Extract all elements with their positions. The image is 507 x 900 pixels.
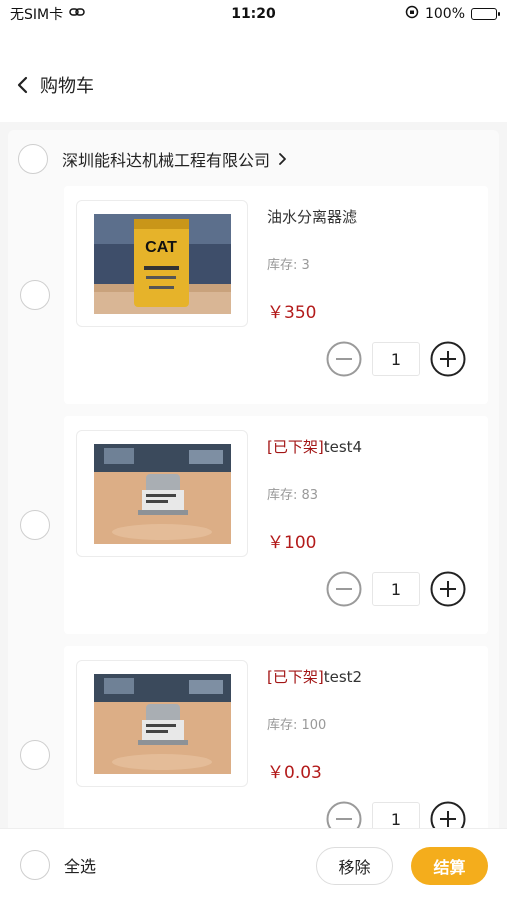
product-name: test2 [323, 668, 363, 686]
minus-icon[interactable] [326, 571, 362, 607]
cart-content[interactable]: 深圳能科达机械工程有限公司 CAT 油水分离器滤 库存: 3 ￥350 1 [已… [0, 122, 507, 828]
page-title: 购物车 [40, 76, 94, 97]
product-status-tag: [已下架] [267, 668, 324, 686]
shop-name[interactable]: 深圳能科达机械工程有限公司 [62, 147, 270, 171]
product-stock: 库存: 3 [267, 258, 310, 273]
item-select-radio[interactable] [20, 740, 50, 770]
product-price: ￥100 [267, 533, 317, 553]
checkout-button[interactable]: 结算 [411, 847, 488, 885]
orientation-lock-icon [405, 5, 419, 23]
product-title[interactable]: 油水分离器滤 [267, 206, 357, 227]
quantity-stepper: 1 [326, 341, 466, 377]
product-stock: 库存: 100 [267, 718, 327, 733]
product-stock: 库存: 83 [267, 488, 319, 503]
plus-icon[interactable] [430, 801, 466, 828]
select-all-label[interactable]: 全选 [64, 853, 96, 877]
bottom-bar: 全选 移除 结算 [0, 828, 507, 900]
product-price: ￥350 [267, 303, 317, 323]
item-select-radio[interactable] [20, 280, 50, 310]
remove-button[interactable]: 移除 [316, 847, 393, 885]
product-image-frame[interactable] [76, 660, 248, 787]
product-image-frame[interactable]: CAT [76, 200, 248, 327]
minus-icon[interactable] [326, 801, 362, 828]
plus-icon[interactable] [430, 571, 466, 607]
link-icon [69, 6, 85, 22]
svg-text:CAT: CAT [145, 239, 177, 256]
product-price: ￥0.03 [267, 763, 322, 783]
minus-icon[interactable] [326, 341, 362, 377]
carrier-text: 无SIM卡 [10, 7, 64, 23]
product-title[interactable]: [已下架]test2 [267, 666, 362, 687]
shop-header[interactable]: 深圳能科达机械工程有限公司 [18, 144, 290, 174]
product-status-tag: [已下架] [267, 438, 324, 456]
battery-icon [471, 8, 500, 20]
plus-icon[interactable] [430, 341, 466, 377]
quantity-stepper: 1 [326, 801, 466, 828]
product-name: test4 [323, 438, 363, 456]
select-all-radio[interactable] [20, 850, 50, 880]
quantity-input[interactable]: 1 [372, 572, 420, 606]
select-all[interactable]: 全选 [20, 850, 96, 880]
product-name: 油水分离器滤 [267, 208, 358, 226]
status-right: 100% [405, 5, 500, 23]
quantity-input[interactable]: 1 [372, 802, 420, 828]
shop-select-radio[interactable] [18, 144, 48, 174]
shop-card: 深圳能科达机械工程有限公司 CAT 油水分离器滤 库存: 3 ￥350 1 [已… [8, 130, 499, 828]
chevron-right-icon[interactable] [278, 152, 290, 166]
product-title[interactable]: [已下架]test4 [267, 436, 362, 457]
back-icon[interactable] [12, 75, 32, 95]
cart-item[interactable]: CAT 油水分离器滤 库存: 3 ￥350 1 [64, 186, 488, 404]
product-image-frame[interactable] [76, 430, 248, 557]
nav-bar: 购物车 [0, 60, 507, 110]
quantity-input[interactable]: 1 [372, 342, 420, 376]
item-select-radio[interactable] [20, 510, 50, 540]
status-bar: 无SIM卡 11:20 100% [0, 0, 507, 28]
product-image-solenoid [93, 443, 231, 544]
cart-item[interactable]: [已下架]test4 库存: 83 ￥100 1 [64, 416, 488, 634]
status-left: 无SIM卡 [10, 4, 85, 24]
battery-percent: 100% [424, 6, 465, 22]
product-image-cat-filter: CAT [93, 213, 231, 314]
product-image-solenoid [93, 673, 231, 774]
quantity-stepper: 1 [326, 571, 466, 607]
cart-item[interactable]: [已下架]test2 库存: 100 ￥0.03 1 [64, 646, 488, 828]
